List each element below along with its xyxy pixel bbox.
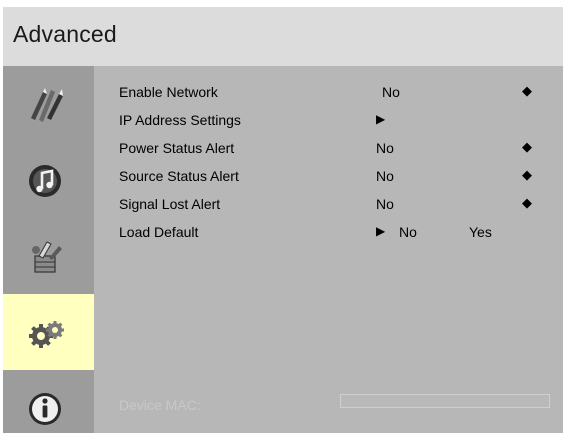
power-status-alert-label: Power Status Alert: [119, 140, 235, 156]
setting-row-power-status-alert[interactable]: Power Status Alert No ◆: [94, 134, 563, 158]
setting-row-signal-lost-alert[interactable]: Signal Lost Alert No ◆: [94, 190, 563, 214]
audio-note-icon: [29, 165, 61, 197]
power-status-alert-value[interactable]: No: [376, 140, 394, 156]
sidebar-item-picture[interactable]: [3, 66, 94, 142]
signal-lost-alert-value[interactable]: No: [376, 196, 394, 212]
enable-network-label: Enable Network: [119, 84, 218, 100]
device-mac-label: Device MAC:: [119, 397, 201, 413]
settings-panel: Enable Network No ◆ IP Address Settings …: [94, 66, 563, 433]
sidebar-item-setup[interactable]: [3, 218, 94, 294]
diamond-selector-icon[interactable]: ◆: [522, 195, 532, 211]
info-icon: [29, 393, 61, 425]
setting-row-source-status-alert[interactable]: Source Status Alert No ◆: [94, 162, 563, 186]
tools-icon: [32, 241, 62, 273]
menu-header: Advanced: [3, 7, 563, 66]
enable-network-value[interactable]: No: [382, 84, 400, 100]
sidebar-item-advanced[interactable]: [3, 294, 94, 370]
source-status-alert-value[interactable]: No: [376, 168, 394, 184]
load-default-label: Load Default: [119, 224, 199, 240]
diamond-selector-icon[interactable]: ◆: [522, 83, 532, 99]
setting-row-enable-network[interactable]: Enable Network No ◆: [94, 78, 563, 102]
setting-row-ip-address-settings[interactable]: IP Address Settings ▶: [94, 106, 563, 130]
submenu-arrow-icon[interactable]: ▶: [376, 112, 385, 126]
source-status-alert-label: Source Status Alert: [119, 168, 239, 184]
load-default-option-no[interactable]: No: [399, 224, 417, 240]
gears-icon: [29, 321, 64, 348]
device-mac-field: [340, 394, 550, 408]
load-default-option-yes[interactable]: Yes: [469, 224, 492, 240]
diamond-selector-icon[interactable]: ◆: [522, 139, 532, 155]
sidebar: [3, 66, 94, 433]
pencil-tools-icon: [31, 88, 63, 122]
signal-lost-alert-label: Signal Lost Alert: [119, 196, 221, 212]
osd-menu: Advanced Enable Network No ◆ IP Address …: [3, 7, 563, 433]
ip-address-settings-label: IP Address Settings: [119, 112, 241, 128]
option-arrow-icon: ▶: [376, 224, 386, 238]
setting-row-load-default[interactable]: Load Default ▶ No Yes: [94, 218, 563, 242]
sidebar-item-audio[interactable]: [3, 142, 94, 218]
page-title: Advanced: [13, 21, 117, 47]
diamond-selector-icon[interactable]: ◆: [522, 167, 532, 183]
